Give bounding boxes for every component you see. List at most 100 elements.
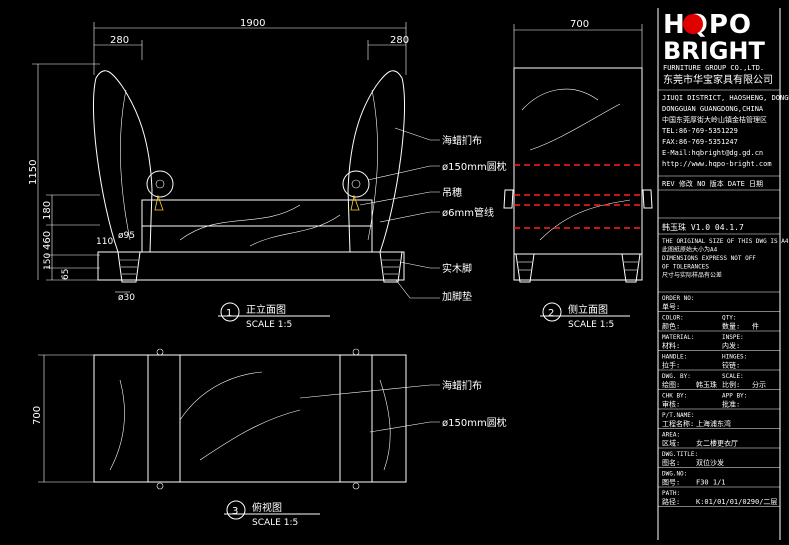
callout-fabric: 海蜡扪布 <box>442 134 482 147</box>
tb-label-cn-2: 数量: <box>722 322 740 331</box>
left-foot <box>117 251 141 283</box>
tb-value-2: 件 <box>752 322 759 331</box>
dim-left-arm: 280 <box>110 35 129 46</box>
front-view-scale: SCALE 1:5 <box>246 320 292 330</box>
tb-label-cn: 图号: <box>662 479 680 487</box>
tb-label-en-2: APP BY: <box>722 393 747 400</box>
tb-label-en: AREA: <box>662 432 680 439</box>
plan-view-scale: SCALE 1:5 <box>252 518 298 528</box>
tb-label-cn-2: 比例: <box>722 380 740 389</box>
tb-label-en: CHK BY: <box>662 393 687 400</box>
tb-label-cn: 工程名称: <box>662 419 694 428</box>
tb-value: K:01/01/01/0290/二层 <box>696 498 777 506</box>
side-view-number: 2 <box>548 308 554 319</box>
tb-value: 女二楼更衣厅 <box>696 439 738 448</box>
tb-label-cn-2: 铰链: <box>722 361 740 370</box>
tb-value: 韩玉珠 <box>696 380 717 389</box>
tb-label-cn-2: 批准: <box>722 400 740 409</box>
plan-view-title: 俯视图 <box>252 501 282 514</box>
note-line: THE ORIGINAL SIZE OF THIS DWG IS A4 <box>662 238 789 245</box>
dim-total-width: 1900 <box>240 18 265 29</box>
company-info-line: JIUQI DISTRICT, HAOSHENG, DONGHUA <box>662 94 789 102</box>
tb-label-en: MATERIAL: <box>662 334 695 341</box>
dim-right-arm: 280 <box>390 35 409 46</box>
tb-label-cn-2: 内发: <box>722 341 740 350</box>
company-info-line: E-Mail:hqbright@dg.gd.cn <box>662 149 763 157</box>
company-info-line: DONGGUAN GUANGDONG,CHINA <box>662 105 764 113</box>
logo-mark <box>683 14 703 34</box>
tb-label-en: PATH: <box>662 490 680 497</box>
logo-text-bottom: BRIGHT <box>663 37 765 65</box>
tb-label-cn: 单号: <box>662 302 680 311</box>
tb-label-cn: 审核: <box>662 400 680 409</box>
plan-outline <box>93 354 407 483</box>
tb-label-cn: 材料: <box>662 341 680 350</box>
title-block: HQPO BRIGHT FURNITURE GROUP CO.,LTD. 东莞市… <box>657 8 789 540</box>
callout-foot-pad: 加脚垫 <box>442 290 472 303</box>
left-bolster-pillow <box>146 170 174 198</box>
tb-label-en: DWG.NO: <box>662 471 687 478</box>
tb-value: F30 1/1 <box>696 479 726 487</box>
note-line: DIMENSIONS EXPRESS NOT OFF <box>662 255 756 262</box>
company-info-line: FAX:86-769-5351247 <box>662 138 738 146</box>
dim-h150: 150 <box>43 253 53 270</box>
tb-label-cn: 图名: <box>662 458 680 467</box>
side-foot-left <box>515 253 535 283</box>
side-body <box>513 67 643 255</box>
tb-label-en-2: INSPE: <box>722 334 744 341</box>
dim-dia95: ø95 <box>118 231 135 241</box>
dim-h180: 180 <box>42 201 53 220</box>
side-foot-right <box>621 253 641 283</box>
side-view-title: 侧立面图 <box>568 303 608 316</box>
front-view-title: 正立面图 <box>246 303 286 316</box>
tb-label-en: DWG. BY: <box>662 373 691 380</box>
side-view: 700 2 侧立面图 SCALE 1:5 <box>503 19 653 330</box>
side-dim-width: 700 <box>570 19 589 30</box>
right-tassel <box>350 194 360 211</box>
dim-h65: 65 <box>61 269 71 280</box>
tb-label-en-2: SCALE: <box>722 373 744 380</box>
tb-label-en: ORDER NO: <box>662 295 695 302</box>
callout-tassel: 吊穗 <box>442 186 462 199</box>
callout-piping: ø6mm管线 <box>442 206 494 219</box>
tb-label-en: COLOR: <box>662 315 684 322</box>
tb-label-en-2: HINGES: <box>722 354 747 361</box>
plinth <box>97 251 405 281</box>
callout-wood-foot: 实木脚 <box>442 262 472 275</box>
tb-label-en: P/T.NAME: <box>662 412 695 419</box>
right-armrest <box>347 70 406 253</box>
callout-pillow: ø150mm圆枕 <box>442 160 507 173</box>
dim-w110: 110 <box>96 237 113 247</box>
company-info-line: TEL:86-769-5351229 <box>662 127 738 135</box>
front-view-number: 1 <box>226 308 232 319</box>
plan-dim-depth: 700 <box>32 406 43 425</box>
plan-view: 700 海蜡扪布 ø150mm圆枕 3 俯视图 SCALE 1:5 <box>32 348 507 528</box>
dim-dia30: ø30 <box>118 293 135 303</box>
side-tassel-left <box>503 189 514 209</box>
logo-text-top: HQPO <box>663 10 752 40</box>
company-info-line: http://www.hqpo-bright.com <box>662 160 772 168</box>
tb-value: 上海浦东湾 <box>696 419 731 428</box>
revision-value: 韩玉珠 V1.0 04.1.7 <box>662 222 744 232</box>
tb-label-cn: 路径: <box>662 497 680 506</box>
side-tassel-right <box>642 189 653 209</box>
company-info-line: 中国东莞厚街大岭山镇金桔管理区 <box>662 115 767 124</box>
plan-callout-fabric: 海蜡扪布 <box>442 379 482 392</box>
company-name-cn: 东莞市华宝家具有限公司 <box>663 73 773 86</box>
logo-subtitle: FURNITURE GROUP CO.,LTD. <box>663 64 764 72</box>
right-foot <box>379 251 403 283</box>
drawing-canvas: 1900 280 280 1150 180 460 150 65 110 ø95… <box>28 8 789 540</box>
note-line: 此图纸原始大小为A4 <box>662 246 718 254</box>
seat-cushion <box>141 199 373 227</box>
dim-height-total: 1150 <box>28 160 39 185</box>
tb-label-cn: 拉手: <box>662 361 680 370</box>
note-line: 尺寸与实际样品有公差 <box>662 271 722 279</box>
right-bolster-pillow <box>342 170 370 198</box>
side-view-scale: SCALE 1:5 <box>568 320 614 330</box>
plan-callout-pillow: ø150mm圆枕 <box>442 416 507 429</box>
tb-label-en: HANDLE: <box>662 354 687 361</box>
tb-label-en-2: QTY: <box>722 315 736 322</box>
left-armrest <box>92 70 153 253</box>
tb-label-en: DWG.TITLE: <box>662 451 698 458</box>
seat-base <box>141 225 373 253</box>
